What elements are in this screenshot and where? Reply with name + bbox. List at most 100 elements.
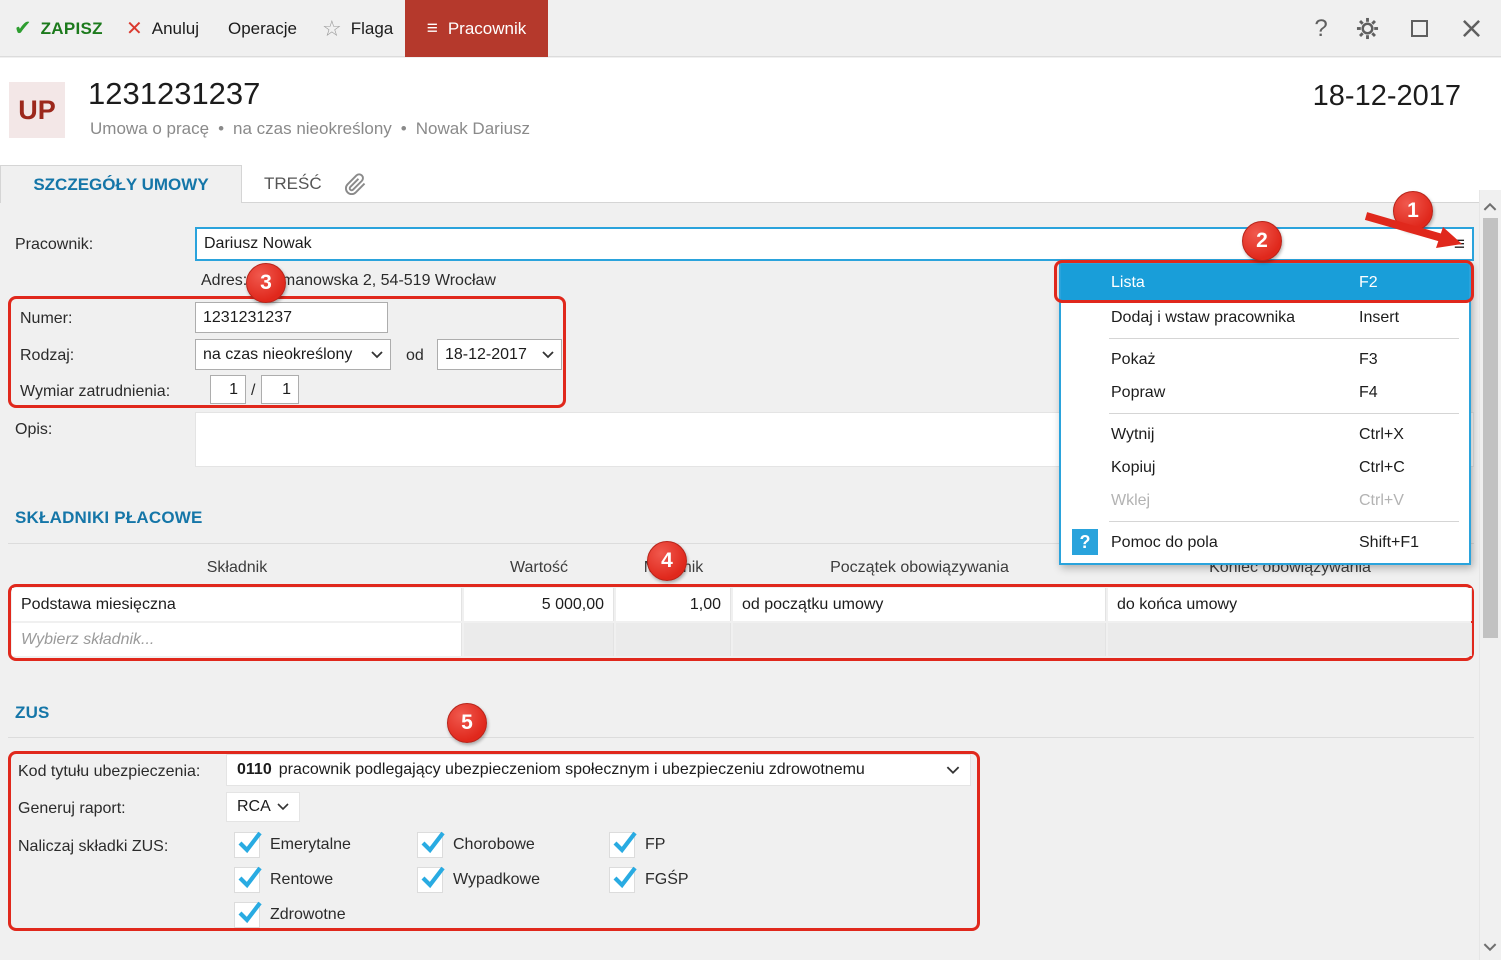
close-button[interactable] (1454, 0, 1488, 57)
checkbox-fgsp[interactable]: FGŚP (609, 866, 689, 893)
checkbox-checked-icon (417, 866, 445, 893)
cancel-label: Anuluj (151, 18, 200, 38)
employee-label: Pracownik: (15, 236, 94, 253)
koniec-value: do końca umowy (1117, 595, 1238, 613)
checkbox-label: Chorobowe (453, 836, 535, 853)
save-label: ZAPISZ (40, 18, 103, 38)
new-row-empty-cell (464, 623, 614, 656)
checkbox-checked-icon (609, 866, 637, 893)
tab-contract-details[interactable]: SZCZEGÓŁY UMOWY (0, 165, 242, 203)
menu-item-wklej[interactable]: Wklej Ctrl+V (1061, 484, 1469, 517)
save-button[interactable]: ✔ ZAPISZ (14, 0, 103, 57)
poczatek-value: od początku umowy (742, 595, 884, 613)
menu-item-label: Wytnij (1111, 425, 1155, 443)
address-value: Jerzmanowska 2, 54-519 Wrocław (251, 272, 496, 289)
annotation-arrow (1364, 212, 1462, 248)
new-row-empty-cell (733, 623, 1106, 656)
table-row-cell-mnoznik[interactable]: 1,00 (616, 588, 731, 621)
from-date-select[interactable]: 18-12-2017 (437, 339, 562, 370)
checkbox-fp[interactable]: FP (609, 831, 689, 858)
employee-menu-tab[interactable]: ≡ Pracownik (405, 0, 548, 57)
operations-button[interactable]: Operacje (228, 0, 297, 57)
scrollbar-thumb[interactable] (1483, 218, 1498, 638)
checkbox-label: FP (645, 836, 666, 853)
cancel-button[interactable]: ✕ Anuluj (126, 0, 199, 57)
divider (8, 737, 1474, 738)
menu-item-pomoc-do-pola[interactable]: ? Pomoc do pola Shift+F1 (1061, 526, 1469, 559)
checkbox-wypadkowe[interactable]: Wypadkowe (417, 866, 540, 893)
bullet-separator: • (218, 119, 225, 138)
annotation-circle-2: 2 (1242, 221, 1282, 261)
new-row-empty-cell (1108, 623, 1472, 656)
chevron-down-icon (371, 350, 383, 359)
table-row-cell-poczatek[interactable]: od początku umowy (733, 588, 1106, 621)
checkbox-chorobowe[interactable]: Chorobowe (417, 831, 540, 858)
scroll-down-button[interactable] (1481, 938, 1499, 956)
scroll-up-button[interactable] (1481, 197, 1499, 215)
new-row-empty-cell (616, 623, 731, 656)
menu-item-shortcut: Shift+F1 (1359, 533, 1420, 551)
subtitle-employee-name: Nowak Dariusz (415, 119, 531, 138)
field-context-menu: Lista F2 Dodaj i wstaw pracownika Insert… (1059, 262, 1471, 565)
question-icon: ? (1314, 14, 1328, 42)
dimension-denominator-input[interactable]: 1 (261, 375, 299, 404)
number-label: Numer: (20, 310, 73, 327)
skladnik-value: Podstawa miesięczna (21, 595, 176, 613)
checkbox-checked-icon (609, 831, 637, 858)
flag-button[interactable]: ☆ Flaga (322, 0, 393, 57)
checkbox-rentowe[interactable]: Rentowe (234, 866, 351, 893)
menu-item-label: Kopiuj (1111, 458, 1156, 476)
checkbox-checked-icon (417, 831, 445, 858)
star-icon: ☆ (322, 15, 342, 41)
menu-item-kopiuj[interactable]: Kopiuj Ctrl+C (1061, 451, 1469, 484)
dimension-separator: / (251, 382, 256, 399)
table-row-cell-wartosc[interactable]: 5 000,00 (464, 588, 614, 621)
employee-input[interactable]: Dariusz Nowak ≡ (195, 227, 1474, 261)
new-row-skladnik-input[interactable]: Wybierz składnik... (12, 623, 462, 656)
insurance-code-value: 0110 (237, 761, 272, 778)
table-row-cell-skladnik[interactable]: Podstawa miesięczna (12, 588, 462, 621)
checkbox-zdrowotne[interactable]: Zdrowotne (234, 901, 351, 928)
settings-button[interactable] (1350, 0, 1384, 57)
menu-item-dodaj-i-wstaw[interactable]: Dodaj i wstaw pracownika Insert (1061, 301, 1469, 334)
checkbox-emerytalne[interactable]: Emerytalne (234, 831, 351, 858)
record-type-badge: UP (9, 82, 65, 138)
table-row-cell-koniec[interactable]: do końca umowy (1108, 588, 1472, 621)
insurance-code-select[interactable]: 0110 pracownik podlegający ubezpieczenio… (226, 754, 971, 786)
dimension-numerator-input[interactable]: 1 (210, 375, 246, 404)
menu-item-pokaz[interactable]: Pokaż F3 (1061, 343, 1469, 376)
dimension-numerator-value: 1 (229, 380, 238, 398)
menu-item-popraw[interactable]: Popraw F4 (1061, 376, 1469, 409)
attachment-button[interactable] (344, 173, 367, 201)
number-input[interactable]: 1231231237 (195, 302, 388, 333)
report-select[interactable]: RCA (226, 792, 300, 822)
dimension-denominator-value: 1 (282, 380, 291, 398)
menu-item-label: Wklej (1111, 491, 1151, 509)
type-value: na czas nieokreślony (203, 345, 353, 363)
salary-section-title: SKŁADNIKI PŁACOWE (15, 508, 203, 527)
type-select[interactable]: na czas nieokreślony (195, 339, 391, 370)
menu-item-label: Pokaż (1111, 350, 1156, 368)
col-header-poczatek: Początek obowiązywania (830, 559, 1009, 576)
help-button[interactable]: ? (1304, 0, 1338, 57)
menu-item-label: Pomoc do pola (1111, 533, 1218, 551)
checkbox-checked-icon (234, 831, 262, 858)
record-title: 1231231237 (88, 76, 261, 111)
chevron-down-icon (542, 350, 554, 359)
menu-separator (1109, 521, 1459, 522)
maximize-button[interactable] (1402, 0, 1436, 57)
maximize-icon (1410, 20, 1428, 37)
annotation-circle-5: 5 (447, 703, 487, 743)
menu-item-wytnij[interactable]: Wytnij Ctrl+X (1061, 418, 1469, 451)
checkbox-label: Rentowe (270, 871, 334, 888)
checkbox-label: Emerytalne (270, 836, 351, 853)
tab-content[interactable]: TREŚĆ (256, 165, 330, 203)
menu-item-shortcut: Insert (1359, 308, 1400, 326)
chevron-up-icon (1483, 202, 1497, 211)
col-header-skladnik: Składnik (206, 559, 268, 576)
subtitle-term: na czas nieokreślony (233, 119, 392, 138)
employment-contract-window: ✔ ZAPISZ ✕ Anuluj Operacje ☆ Flaga ≡ Pra… (0, 0, 1501, 960)
menu-item-label: Dodaj i wstaw pracownika (1111, 308, 1296, 326)
hamburger-icon: ≡ (426, 18, 438, 39)
tab-details-label: SZCZEGÓŁY UMOWY (33, 174, 209, 194)
